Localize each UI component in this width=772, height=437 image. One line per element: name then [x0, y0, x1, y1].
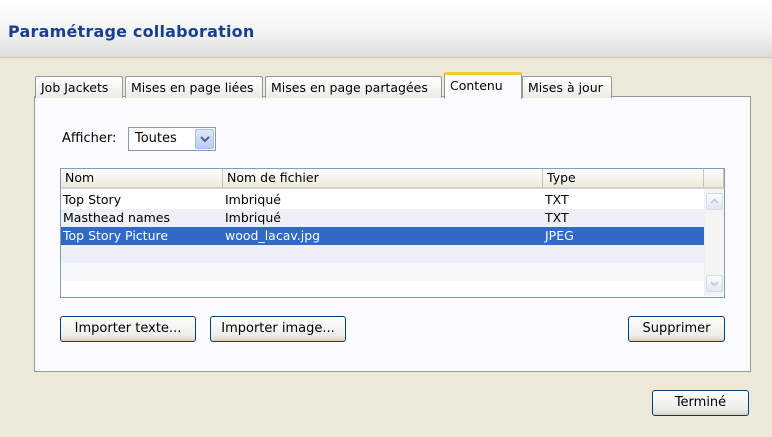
dropdown-button[interactable] [195, 129, 214, 149]
column-header-filler [704, 169, 724, 189]
title-separator [0, 57, 772, 58]
cell-type: TXT [545, 210, 569, 225]
column-header-type[interactable]: Type [543, 169, 704, 189]
scroll-up-button[interactable] [706, 193, 723, 210]
cell-file: wood_lacav.jpg [225, 228, 321, 243]
scroll-down-button[interactable] [706, 275, 723, 292]
tab-mises-en-page-liees[interactable]: Mises en page liées [125, 76, 263, 98]
table-row[interactable]: Top Story Imbriqué TXT [61, 191, 704, 209]
chevron-up-icon [710, 198, 719, 204]
cell-file: Imbriqué [225, 192, 281, 207]
dialog-title-bar: Paramétrage collaboration [0, 0, 772, 58]
column-header-nom[interactable]: Nom [61, 169, 223, 189]
column-header-nom-de-fichier[interactable]: Nom de fichier [223, 169, 543, 189]
done-button[interactable]: Terminé [652, 390, 749, 416]
table-row-selected[interactable]: Top Story Picture wood_lacav.jpg JPEG [61, 227, 704, 245]
filter-value: Toutes [135, 131, 177, 146]
cell-name: Top Story Picture [63, 228, 169, 243]
chevron-down-icon [710, 281, 719, 287]
cell-type: TXT [545, 192, 569, 207]
table-row[interactable]: Masthead names Imbriqué TXT [61, 209, 704, 227]
empty-row [61, 245, 704, 263]
cell-file: Imbriqué [225, 210, 281, 225]
delete-button[interactable]: Supprimer [628, 316, 725, 342]
empty-row [61, 263, 704, 281]
filter-dropdown[interactable]: Toutes [128, 127, 216, 151]
cell-name: Masthead names [63, 210, 171, 225]
tab-mises-en-page-partagees[interactable]: Mises en page partagées [265, 76, 442, 98]
cell-type: JPEG [545, 228, 574, 243]
content-table: Nom Nom de fichier Type Top Story Imbriq… [60, 168, 725, 298]
tab-contenu[interactable]: Contenu [444, 72, 522, 99]
filter-label: Afficher: [62, 131, 117, 146]
dialog-title: Paramétrage collaboration [8, 22, 255, 41]
cell-name: Top Story [63, 192, 122, 207]
vertical-scrollbar[interactable] [704, 189, 724, 296]
tab-job-jackets[interactable]: Job Jackets [35, 76, 123, 98]
import-image-button[interactable]: Importer image... [210, 316, 346, 342]
tab-mises-a-jour[interactable]: Mises à jour [522, 76, 612, 98]
import-text-button[interactable]: Importer texte... [60, 316, 196, 342]
chevron-down-icon [200, 136, 210, 143]
